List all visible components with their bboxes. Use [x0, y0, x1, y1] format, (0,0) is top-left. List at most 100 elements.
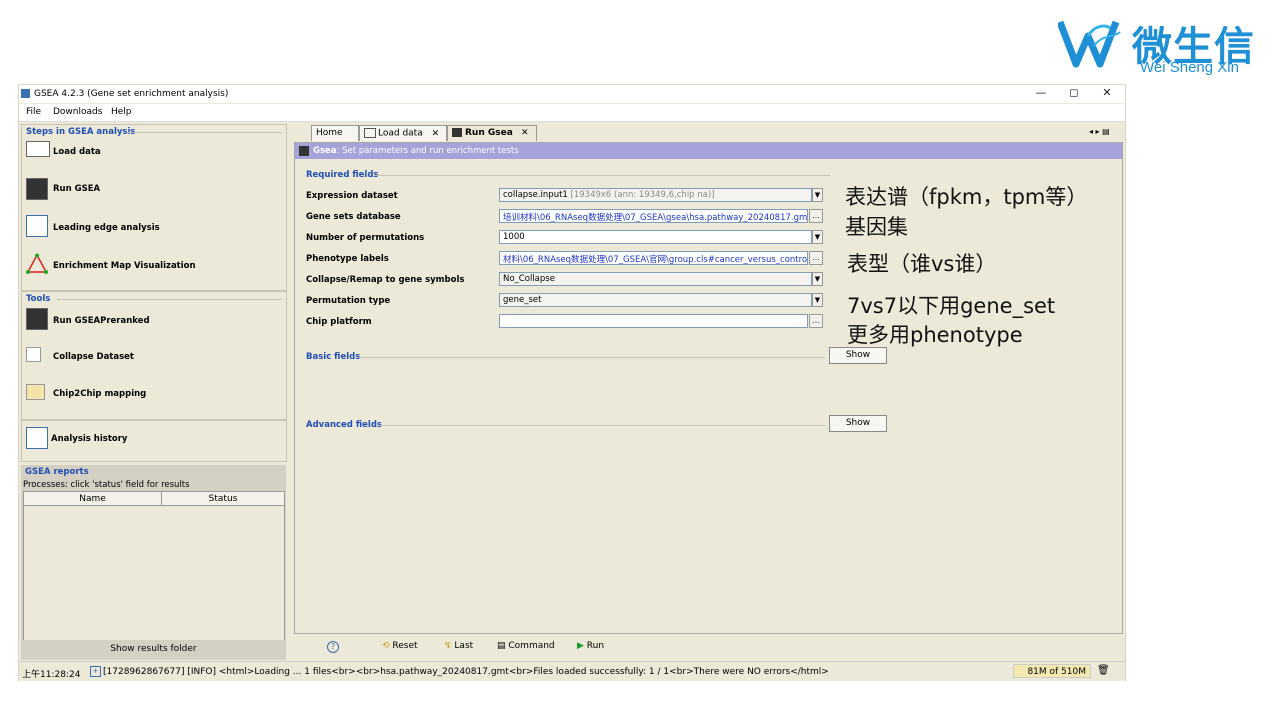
tool-chip2chip[interactable]: Chip2Chip mapping — [26, 384, 281, 404]
tab-bar: Home Load data ✕ Run Gsea ✕ ◂ ▸ ▤ — [289, 125, 1122, 141]
menu-help[interactable]: Help — [111, 107, 132, 117]
step-run-gsea[interactable]: Run GSEA — [26, 178, 281, 202]
expression-dataset-select[interactable]: collapse.input1 [19349x6 (ann: 19349,6,c… — [499, 188, 812, 202]
help-button[interactable]: ? — [327, 641, 339, 653]
logo-mark-icon — [1058, 20, 1121, 68]
history-list-icon — [26, 427, 48, 449]
history-label: Analysis history — [51, 434, 128, 444]
browse-button[interactable]: … — [809, 314, 823, 328]
show-results-folder-button[interactable]: Show results folder — [21, 640, 286, 658]
document-icon — [26, 347, 41, 362]
tools-title: Tools — [26, 294, 51, 304]
panel-header-bold: Gsea — [313, 146, 337, 156]
field-label-permutations: Number of permutations — [306, 233, 425, 243]
field-label-phenotype: Phenotype labels — [306, 254, 389, 264]
triangle-network-icon — [26, 253, 48, 274]
annotation-gene-sets: 基因集 — [845, 215, 908, 239]
phenotype-labels-input[interactable]: 材料\06_RNAseq数据处理\07_GSEA\官网\group.cls#ca… — [499, 251, 808, 265]
close-tab-icon[interactable]: ✕ — [432, 129, 440, 139]
collapse-select[interactable]: No_Collapse — [499, 272, 812, 286]
chevron-down-icon[interactable]: ▼ — [812, 230, 823, 244]
chevron-down-icon[interactable]: ▼ — [812, 293, 823, 307]
gear-icon — [26, 178, 48, 200]
load-data-tab-icon — [364, 128, 376, 138]
menu-file[interactable]: File — [26, 107, 41, 117]
run-button[interactable]: ▶ Run — [577, 641, 604, 651]
advanced-fields-title: Advanced fields — [306, 420, 382, 430]
tab-run-gsea[interactable]: Run Gsea ✕ — [447, 125, 537, 141]
chip-platform-input[interactable] — [499, 314, 808, 328]
expand-icon[interactable]: + — [90, 666, 101, 677]
command-icon: ▤ — [497, 641, 506, 651]
tool-run-gsea-preranked[interactable]: Run GSEAPreranked — [26, 308, 281, 332]
analysis-history-item[interactable]: Analysis history — [26, 427, 281, 449]
permutations-input[interactable]: 1000 — [499, 230, 812, 244]
steps-panel: Steps in GSEA analysis Load data Run GSE… — [21, 124, 287, 291]
reports-table: Name Status — [23, 491, 285, 641]
play-icon: ▶ — [577, 641, 584, 651]
browse-button[interactable]: … — [809, 209, 823, 223]
steps-title: Steps in GSEA analysis — [26, 127, 136, 137]
tab-navigation[interactable]: ◂ ▸ ▤ — [1089, 127, 1110, 136]
step-load-data[interactable]: Load data — [26, 141, 281, 163]
close-window-button[interactable]: ✕ — [1095, 86, 1119, 102]
field-label-expression: Expression dataset — [306, 191, 398, 201]
step-label: Run GSEA — [53, 184, 101, 194]
basic-fields-title: Basic fields — [306, 352, 361, 362]
show-basic-button[interactable]: Show — [829, 347, 887, 364]
leading-edge-icon — [26, 215, 48, 237]
trash-icon[interactable]: 🗑 — [1097, 665, 1110, 676]
last-icon: ↯ — [444, 641, 452, 651]
logo-english-text: Wei Sheng Xin — [1140, 59, 1239, 76]
app-icon — [21, 89, 30, 98]
tab-home[interactable]: Home — [311, 125, 359, 141]
maximize-button[interactable]: ◻ — [1062, 86, 1086, 102]
chevron-down-icon[interactable]: ▼ — [812, 272, 823, 286]
step-label: Load data — [53, 147, 101, 157]
tool-label: Collapse Dataset — [53, 352, 134, 362]
tool-collapse-dataset[interactable]: Collapse Dataset — [26, 347, 281, 367]
tools-panel: Tools Run GSEAPreranked Collapse Dataset… — [21, 291, 287, 420]
reports-hint: Processes: click 'status' field for resu… — [23, 480, 190, 490]
reset-button[interactable]: ⟲ Reset — [382, 641, 418, 651]
field-label-gene-sets: Gene sets database — [306, 212, 401, 222]
menu-bar: File Downloads Help — [19, 104, 1125, 122]
reports-title: GSEA reports — [25, 467, 89, 477]
tool-label: Chip2Chip mapping — [53, 389, 147, 399]
gear-icon — [299, 146, 309, 156]
required-fields-title: Required fields — [306, 170, 379, 180]
show-advanced-button[interactable]: Show — [829, 415, 887, 432]
step-enrichment-map[interactable]: Enrichment Map Visualization — [26, 253, 281, 277]
chevron-down-icon[interactable]: ▼ — [812, 188, 823, 202]
reset-icon: ⟲ — [382, 641, 390, 651]
browse-button[interactable]: … — [809, 251, 823, 265]
panel-header-text: : Set parameters and run enrichment test… — [336, 146, 519, 156]
window-title: GSEA 4.2.3 (Gene set enrichment analysis… — [34, 89, 229, 99]
gear-tab-icon — [452, 128, 462, 137]
command-button[interactable]: ▤ Command — [497, 641, 555, 651]
permutation-type-select[interactable]: gene_set — [499, 293, 812, 307]
gear-icon — [26, 308, 48, 330]
field-label-permutation-type: Permutation type — [306, 296, 391, 306]
status-bar: 上午11:28:24 + [1728962867677] [INFO] <htm… — [19, 661, 1125, 681]
menu-downloads[interactable]: Downloads — [53, 107, 102, 117]
last-button[interactable]: ↯ Last — [444, 641, 473, 651]
col-name-header[interactable]: Name — [24, 492, 162, 506]
gene-sets-database-input[interactable]: 培训材料\06_RNAseq数据处理\07_GSEA\gsea\hsa.path… — [499, 209, 808, 223]
status-time: 上午11:28:24 — [22, 670, 81, 680]
minimize-button[interactable]: — — [1029, 86, 1053, 102]
close-tab-icon[interactable]: ✕ — [521, 128, 529, 138]
status-message: [1728962867677] [INFO] <html>Loading ...… — [103, 667, 829, 677]
memory-usage: 81M of 510M — [1013, 664, 1091, 678]
annotation-expression: 表达谱（fpkm，tpm等） — [845, 185, 1088, 209]
run-gsea-panel: Gsea: Set parameters and run enrichment … — [294, 142, 1123, 634]
step-label: Enrichment Map Visualization — [53, 261, 196, 271]
tab-load-data[interactable]: Load data ✕ — [359, 125, 447, 141]
chip-icon — [26, 384, 45, 400]
step-label: Leading edge analysis — [53, 223, 160, 233]
step-leading-edge[interactable]: Leading edge analysis — [26, 215, 281, 239]
field-label-collapse: Collapse/Remap to gene symbols — [306, 275, 465, 285]
history-panel: Analysis history — [21, 420, 287, 462]
field-label-chip: Chip platform — [306, 317, 372, 327]
col-status-header[interactable]: Status — [162, 492, 284, 506]
